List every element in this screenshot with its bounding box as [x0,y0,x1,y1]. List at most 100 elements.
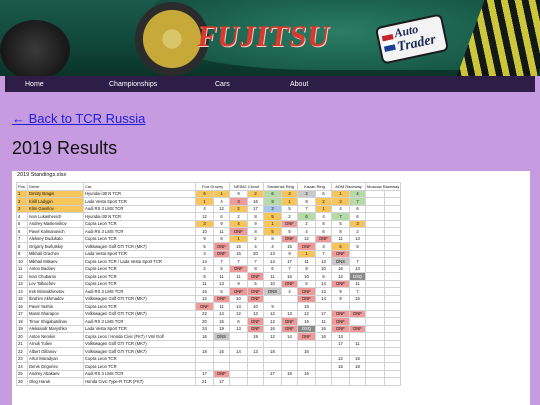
car-cell: Volkswagen Golf GTI TCR (MK7) [83,309,197,318]
result-cell: DNF [297,332,317,341]
nav-home[interactable]: Home [25,81,89,88]
nav-cars[interactable]: Cars [215,81,270,88]
driver-cell: Ivan Chubarov [27,272,85,281]
position-cell: 6 [15,227,29,236]
result-cell: 17 [315,309,333,318]
result-cell [331,369,351,378]
back-link[interactable]: ← Back to TCR Russia [12,111,145,126]
result-cell: 8 [247,227,265,236]
result-cell [315,354,333,363]
result-cell: 10 [247,302,265,311]
result-cell [297,339,317,348]
result-cell [349,369,367,378]
result-cell [281,302,299,311]
result-cell [383,332,402,341]
driver-cell: Artur Muradyan [27,354,85,363]
result-cell: DNF [281,219,299,228]
result-cell: 16 [315,324,333,333]
spreadsheet-viewer[interactable]: 2019 Standings.xlsx Pos. Driver Car Fort… [12,171,530,405]
driver-cell: Albert Gilfanov [27,347,85,356]
result-cell: DNF [281,234,299,243]
result-cell: 9 [229,189,249,198]
col-header-event: Fort Grozny [195,182,231,191]
table-row: 11 Anton Badoev Cupra Leon TCR 2 5 DNF 8 6 7 8 10 1… [15,264,469,273]
result-cell: 18 [263,347,283,356]
result-cell: 1 [331,189,351,198]
result-cell [229,339,249,348]
result-cell [297,354,317,363]
car-cell: Cupra Leon TCR [83,362,197,371]
result-cell [383,347,402,356]
result-cell: 18 [281,369,299,378]
result-cell: 5 [263,212,283,221]
car-cell: Cupra Leon TCR / Lada Vesta Sport TCR [83,257,197,266]
result-cell: 8 [213,234,231,243]
result-cell: 21 [195,377,215,386]
col-header-event: NRING Circuit [229,182,265,191]
result-cell: 6 [195,189,215,198]
col-header-event: Moscow Raceway [365,182,402,191]
car-cell: Cupra Leon TCR [83,264,197,273]
result-cell: 7 [229,257,249,266]
result-cell [365,332,385,341]
result-cell: 16 [349,294,367,303]
table-row: 14 Irek Minnakhmetov Audi RS 3 LMS TCR 15 5 D… [15,287,469,296]
position-cell: 10 [15,257,29,266]
driver-cell: Klim Gavrilov [27,204,85,213]
position-cell: 26 [15,377,29,386]
result-cell [349,317,367,326]
result-cell: 3 [195,219,215,228]
car-cell: Audi RS 3 LMS TCR [83,227,197,236]
result-cell: 12 [263,332,283,341]
result-cell [383,302,402,311]
result-cell [383,204,402,213]
result-cell [349,249,367,258]
table-row: 17 Marat Sharapov Volkswagen Golf GTI TCR … [15,309,469,318]
table-row: 4 Ivan Lukashevich Hyundai i30 N TCR 12 6 2 8 5… [15,212,469,221]
result-cell [195,354,215,363]
result-cell: DNF [229,287,249,296]
result-cell: 16 [315,332,333,341]
result-cell: 13 [315,257,333,266]
result-cell: 14 [331,332,351,341]
driver-cell: Aleksandr Maryshko [27,324,85,333]
result-cell: DNF [297,242,317,251]
result-cell: 7 [349,257,367,266]
result-cell [383,369,402,378]
result-cell [383,219,402,228]
result-cell: 3 [229,197,249,206]
result-cell: 8 [247,212,265,221]
result-cell: DNF [349,324,367,333]
result-cell: 16 [297,347,317,356]
driver-cell: Anton Badoev [27,264,85,273]
result-cell [365,189,385,198]
result-cell [263,339,283,348]
result-cell: DNF [297,287,317,296]
nav-championships[interactable]: Championships [109,81,195,88]
result-cell: 6 [297,212,317,221]
table-header-row: Pos. Driver Car Fort Grozny NRING Circui… [15,182,469,191]
result-cell: 7 [213,257,231,266]
result-cell: 11 [213,302,231,311]
result-cell [213,362,231,371]
col-header-event: Kazan Ring [297,182,333,191]
result-cell [365,302,385,311]
car-cell: Cupra Leon TCR [83,272,197,281]
car-cell: Audi RS 3 LMS TCR [83,369,197,378]
result-cell [383,317,402,326]
result-cell: DSQ [349,272,367,281]
position-cell: 2 [15,197,29,206]
result-cell [315,339,333,348]
result-cell: 15 [281,242,299,251]
result-cell [383,309,402,318]
result-cell: DNF [331,324,351,333]
result-cell: DNF [349,309,367,318]
result-cell: 11 [349,339,367,348]
result-cell: 6 [349,204,367,213]
result-cell: 6 [315,272,333,281]
nav-about[interactable]: About [290,81,308,88]
position-cell: 1 [15,189,29,198]
result-cell: 8 [195,272,215,281]
driver-cell: Timur Shigabutdinov [27,317,85,326]
result-cell: 9 [229,279,249,288]
